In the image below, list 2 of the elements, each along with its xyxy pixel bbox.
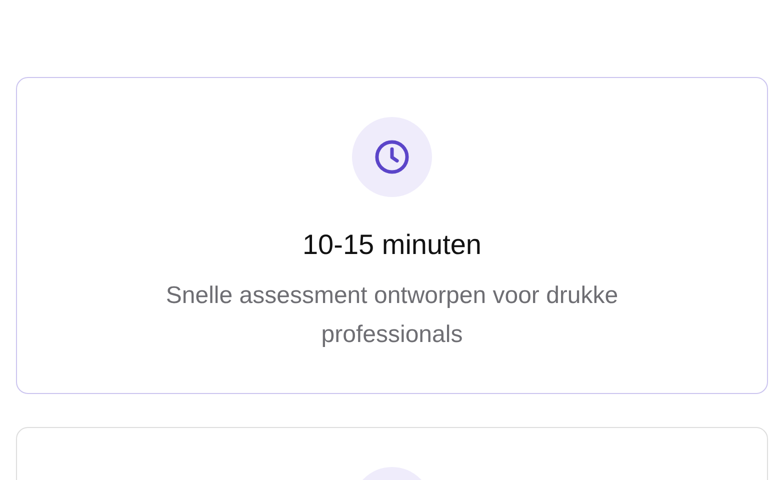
card-title: 10-15 minuten xyxy=(302,228,482,262)
card-description: Snelle assessment ontworpen voor drukke professionals xyxy=(164,281,620,350)
